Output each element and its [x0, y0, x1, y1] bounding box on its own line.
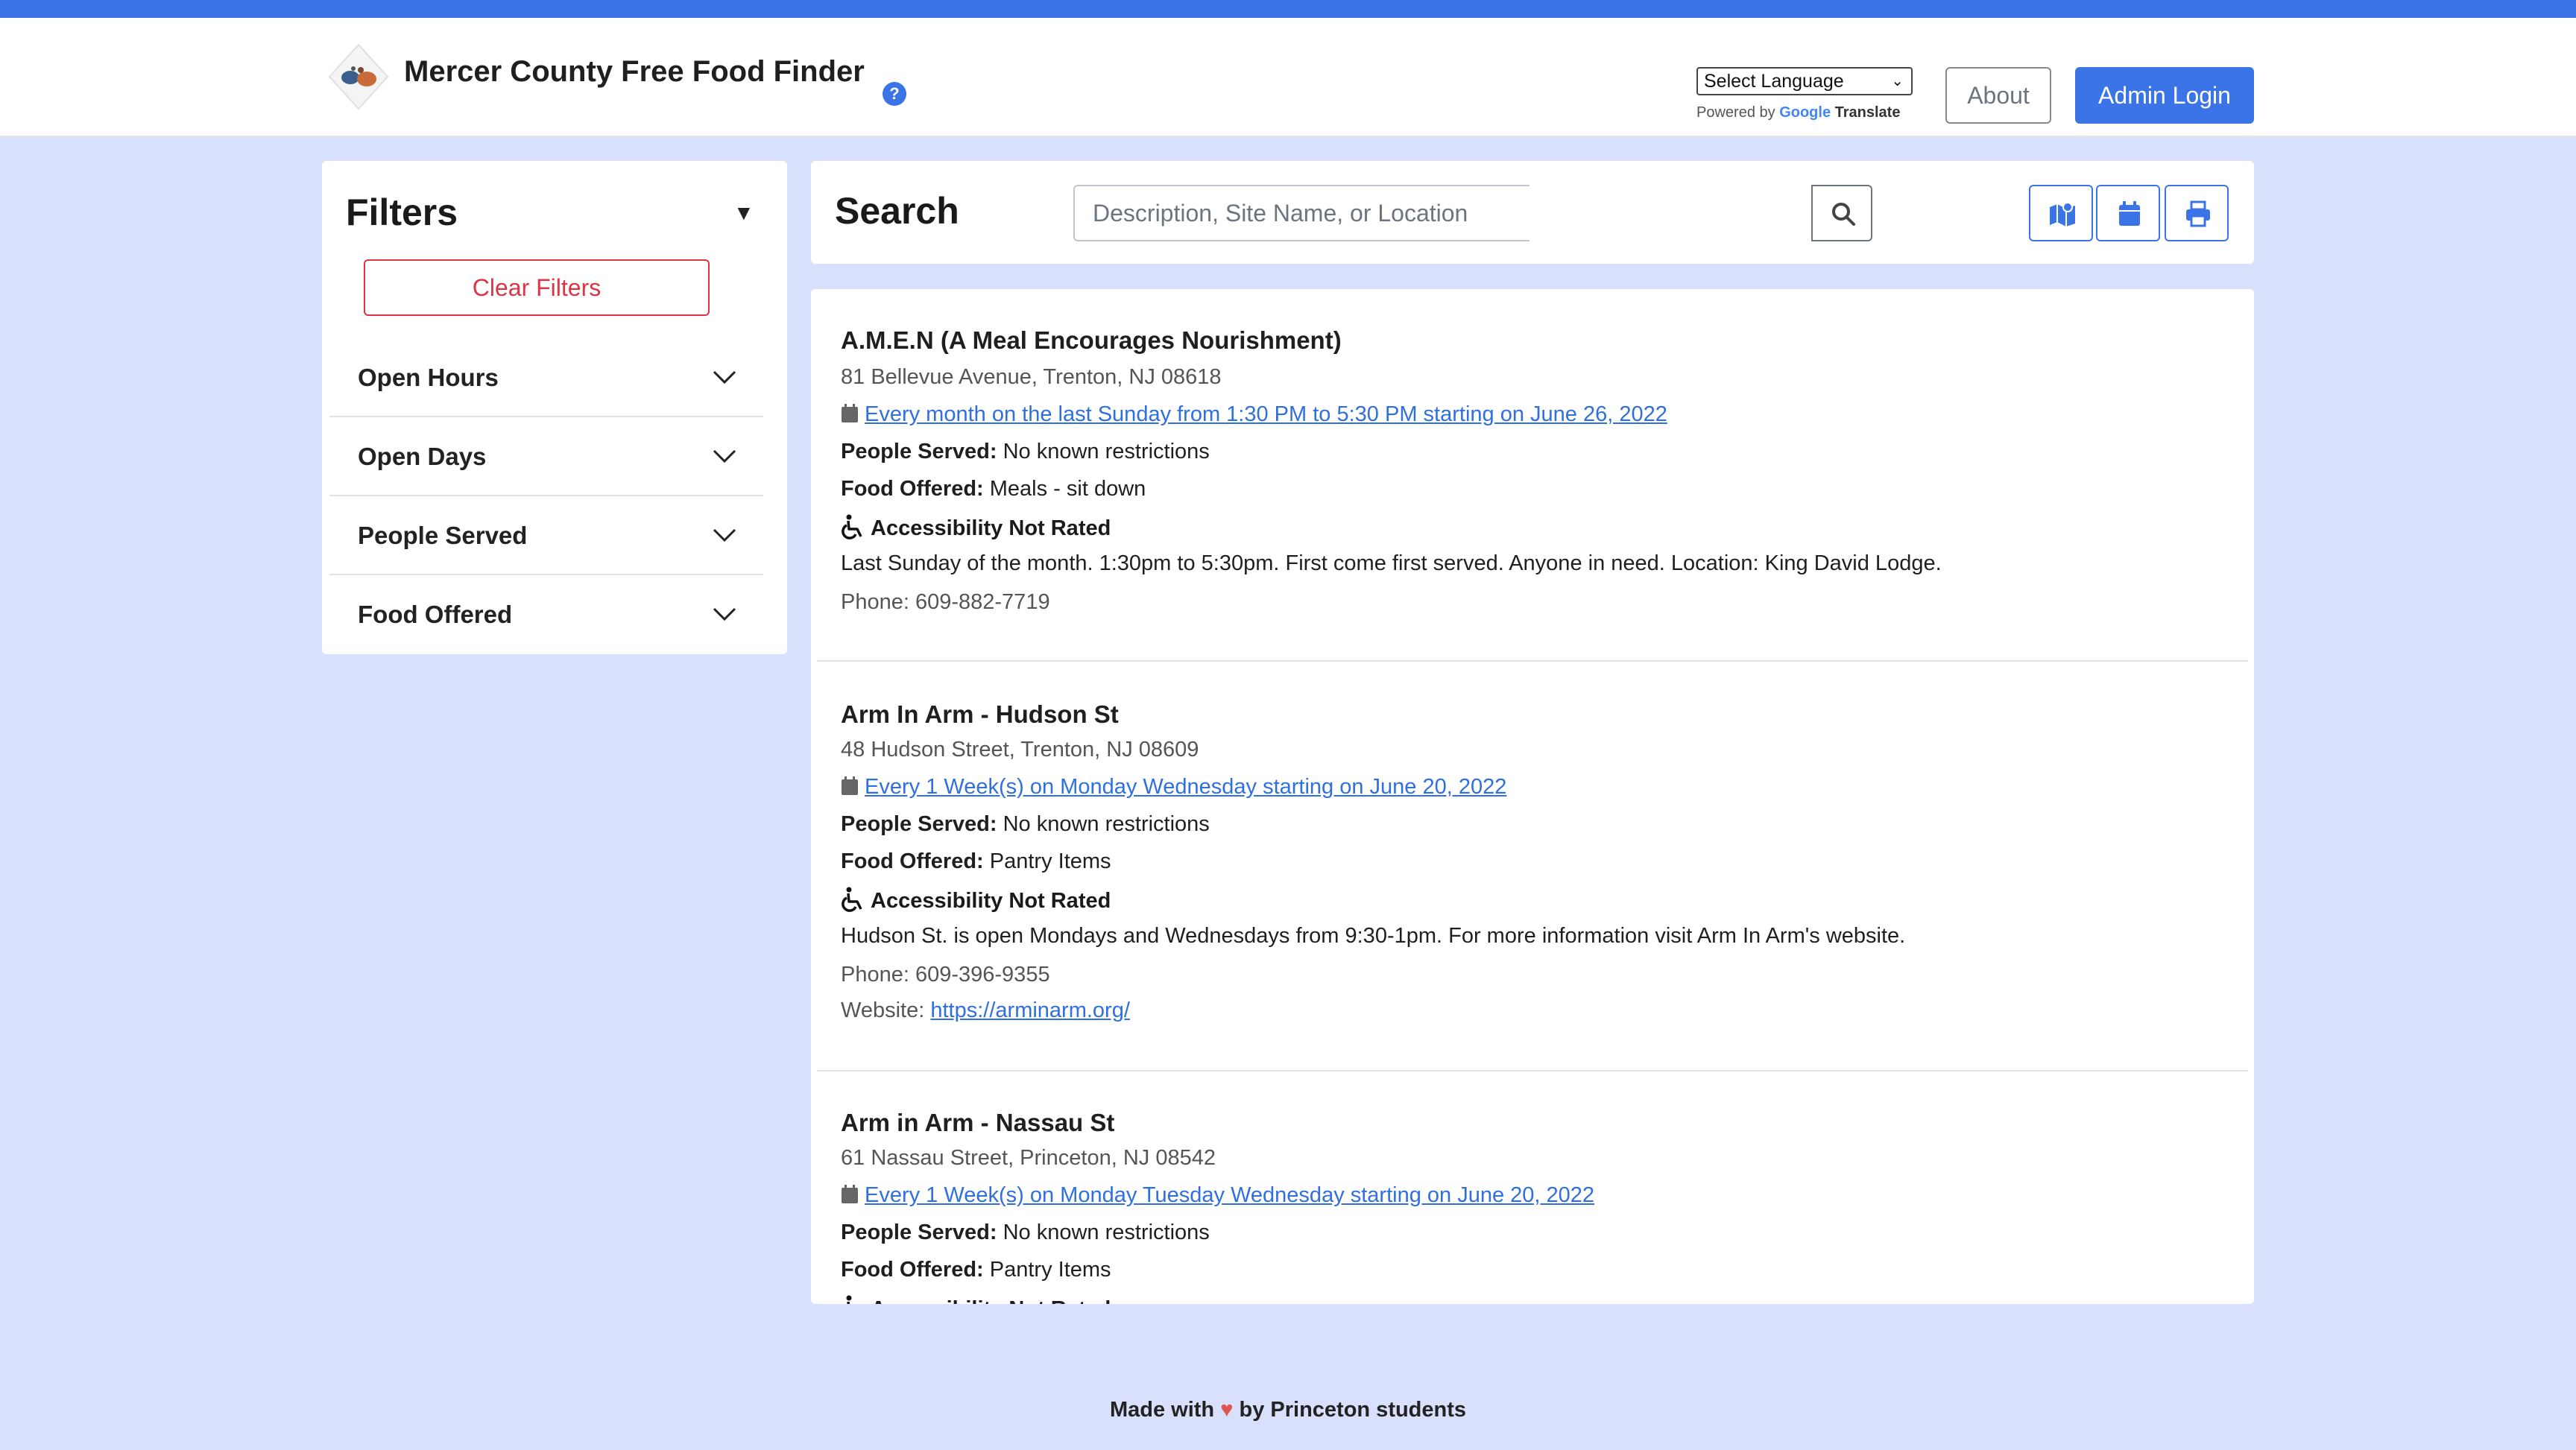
people-served-label: People Served: — [841, 440, 997, 463]
filter-open-days[interactable]: Open Days — [329, 419, 763, 496]
language-select[interactable]: Select Language ⌄ — [1696, 67, 1913, 95]
accessibility-text: Accessibility Not Rated — [871, 889, 1111, 913]
filter-label: People Served — [358, 522, 528, 549]
map-view-button[interactable] — [2029, 185, 2093, 241]
accessibility-text: Accessibility Not Rated — [871, 1297, 1111, 1304]
food-offered: Food Offered: Pantry Items — [841, 1258, 1111, 1282]
footer-by: by Princeton students — [1239, 1398, 1467, 1422]
wheelchair-icon — [842, 887, 862, 912]
collapse-caret-icon[interactable]: ▼ — [733, 201, 754, 225]
list-item[interactable]: A.M.E.N (A Meal Encourages Nourishment) … — [817, 289, 2248, 662]
chevron-down-icon — [713, 607, 736, 621]
site-address: 61 Nassau Street, Princeton, NJ 08542 — [841, 1146, 1216, 1170]
food-offered: Food Offered: Meals - sit down — [841, 477, 1146, 501]
people-served-value: No known restrictions — [1003, 1221, 1210, 1244]
site-phone: Phone: 609-396-9355 — [841, 963, 1050, 987]
site-description: Last Sunday of the month. 1:30pm to 5:30… — [841, 551, 1942, 575]
wheelchair-icon — [846, 1295, 852, 1304]
site-name[interactable]: A.M.E.N (A Meal Encourages Nourishment) — [841, 326, 1342, 355]
food-offered-value: Pantry Items — [989, 849, 1111, 873]
schedule-link[interactable]: Every 1 Week(s) on Monday Wednesday star… — [865, 775, 1506, 799]
site-logo[interactable] — [328, 43, 389, 110]
about-button[interactable]: About — [1945, 67, 2051, 124]
top-accent-bar — [0, 0, 2576, 18]
filters-panel: Filters ▼ Clear Filters Open Hours Open … — [322, 161, 787, 654]
people-served: People Served: No known restrictions — [841, 1221, 1210, 1245]
accessibility-text: Accessibility Not Rated — [871, 516, 1111, 540]
printer-icon — [2186, 200, 2210, 227]
food-offered: Food Offered: Pantry Items — [841, 849, 1111, 874]
filter-label: Food Offered — [358, 601, 513, 628]
food-offered-value: Pantry Items — [989, 1258, 1111, 1282]
list-item[interactable]: Arm In Arm - Hudson St 48 Hudson Street,… — [817, 663, 2248, 1071]
site-phone: Phone: 609-882-7719 — [841, 590, 1050, 614]
search-panel: Search Description, Site Name, or Locati… — [811, 161, 2254, 264]
site-header: Mercer County Free Food Finder ? Select … — [0, 18, 2576, 137]
powered-by-text: Powered by — [1696, 104, 1775, 121]
site-website: Website: https://arminarm.org/ — [841, 998, 1130, 1023]
website-link[interactable]: https://arminarm.org/ — [930, 998, 1130, 1022]
admin-login-button[interactable]: Admin Login — [2075, 67, 2254, 124]
schedule: Every 1 Week(s) on Monday Wednesday star… — [841, 775, 1506, 800]
schedule-link[interactable]: Every 1 Week(s) on Monday Tuesday Wednes… — [865, 1183, 1594, 1207]
people-served-label: People Served: — [841, 1221, 997, 1244]
accessibility: Accessibility Not Rated — [841, 887, 1111, 914]
chevron-down-icon — [713, 370, 736, 384]
help-icon[interactable]: ? — [883, 82, 906, 106]
site-footer: Made with ♥ by Princeton students — [0, 1398, 2576, 1422]
search-icon — [1832, 203, 1855, 226]
site-name[interactable]: Arm In Arm - Hudson St — [841, 700, 1119, 729]
filter-label: Open Hours — [358, 364, 499, 391]
calendar-view-button[interactable] — [2096, 185, 2160, 241]
filter-food-offered[interactable]: Food Offered — [329, 577, 763, 654]
translate-text: Translate — [1834, 104, 1901, 121]
site-address: 81 Bellevue Avenue, Trenton, NJ 08618 — [841, 365, 1222, 389]
google-translate-attribution: Powered by Google Translate — [1696, 104, 1900, 121]
search-button[interactable] — [1811, 185, 1872, 241]
people-served: People Served: No known restrictions — [841, 812, 1210, 837]
filter-label: Open Days — [358, 443, 487, 470]
site-title[interactable]: Mercer County Free Food Finder — [404, 55, 865, 89]
website-label: Website: — [841, 998, 925, 1022]
wheelchair-icon — [842, 514, 862, 539]
search-input[interactable]: Description, Site Name, or Location — [1073, 185, 1530, 241]
chevron-down-icon — [713, 449, 736, 463]
calendar-icon — [842, 404, 858, 422]
schedule: Every 1 Week(s) on Monday Tuesday Wednes… — [841, 1183, 1594, 1208]
people-served-label: People Served: — [841, 812, 997, 836]
calendar-icon — [2119, 201, 2140, 226]
food-offered-label: Food Offered: — [841, 477, 984, 501]
site-description: Hudson St. is open Mondays and Wednesday… — [841, 924, 1906, 948]
chevron-down-icon: ⌄ — [1891, 73, 1904, 89]
site-address: 48 Hudson Street, Trenton, NJ 08609 — [841, 738, 1199, 762]
map-icon — [2050, 202, 2075, 227]
calendar-icon — [842, 1185, 858, 1203]
filter-people-served[interactable]: People Served — [329, 498, 763, 575]
schedule-link[interactable]: Every month on the last Sunday from 1:30… — [865, 402, 1667, 426]
people-served-value: No known restrictions — [1003, 440, 1210, 463]
food-offered-label: Food Offered: — [841, 849, 984, 873]
food-offered-label: Food Offered: — [841, 1258, 984, 1282]
language-select-label: Select Language — [1704, 71, 1844, 92]
heart-icon: ♥ — [1220, 1398, 1234, 1422]
print-button[interactable] — [2165, 185, 2229, 241]
site-name[interactable]: Arm in Arm - Nassau St — [841, 1109, 1114, 1137]
schedule: Every month on the last Sunday from 1:30… — [841, 402, 1667, 427]
filter-open-hours[interactable]: Open Hours — [329, 340, 763, 417]
accessibility: Accessibility Not Rated — [841, 1295, 1111, 1304]
results-list: A.M.E.N (A Meal Encourages Nourishment) … — [811, 289, 2254, 1304]
filters-title: Filters — [346, 191, 458, 233]
clear-filters-button[interactable]: Clear Filters — [364, 259, 710, 316]
food-offered-value: Meals - sit down — [989, 477, 1146, 501]
calendar-icon — [842, 776, 858, 795]
list-item[interactable]: Arm in Arm - Nassau St 61 Nassau Street,… — [817, 1073, 2248, 1304]
google-logo[interactable]: Google — [1779, 104, 1831, 121]
people-served-value: No known restrictions — [1003, 812, 1210, 836]
people-served: People Served: No known restrictions — [841, 440, 1210, 464]
search-title: Search — [835, 190, 959, 232]
footer-made-with: Made with — [1109, 1398, 1215, 1422]
accessibility: Accessibility Not Rated — [841, 514, 1111, 541]
chevron-down-icon — [713, 528, 736, 542]
